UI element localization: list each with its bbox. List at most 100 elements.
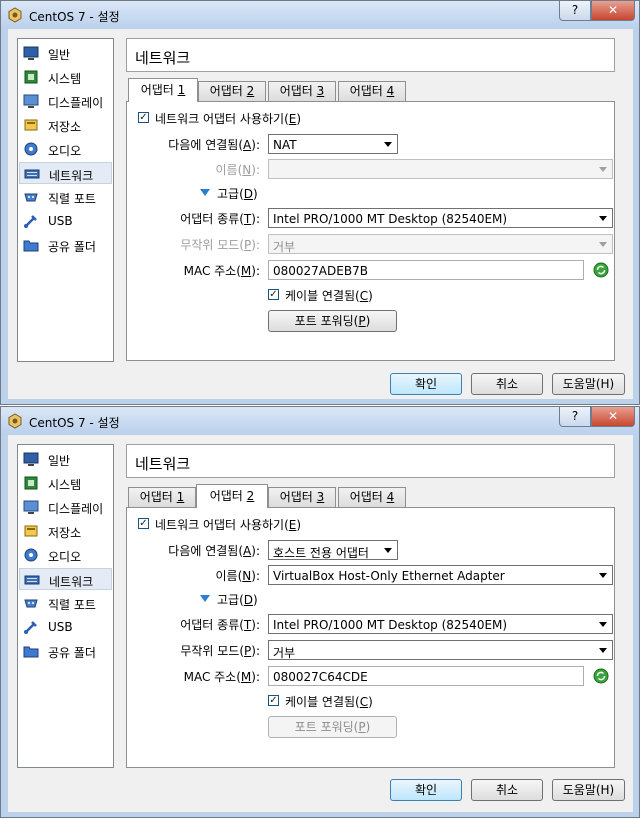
help-button[interactable]: 도움말(H) (552, 779, 625, 801)
sidebar-item-network[interactable]: 네트워크 (19, 568, 112, 590)
tab-adapter-1[interactable]: 어댑터 1 (128, 78, 198, 102)
sidebar-item-label: 오디오 (48, 144, 82, 158)
sidebar-item-system[interactable]: 시스템 (19, 472, 112, 494)
tab-adapter-2[interactable]: 어댑터 2 (196, 484, 268, 508)
close-title-button[interactable]: ✕ (591, 407, 635, 427)
port-forwarding-button[interactable]: 포트 포워딩(P) (268, 716, 397, 738)
sidebar-item-label: 네트워크 (49, 575, 94, 589)
sidebar-item-label: 오디오 (48, 550, 82, 564)
cable-connected-label[interactable]: 케이블 연결됨(C) (285, 287, 373, 304)
sidebar-item-system[interactable]: 시스템 (19, 66, 112, 88)
port-forwarding-button[interactable]: 포트 포워딩(P) (268, 310, 397, 332)
chevron-down-icon (599, 648, 607, 653)
sidebar-item-label: 저장소 (48, 120, 82, 134)
tab-adapter-1[interactable]: 어댑터 1 (128, 487, 196, 507)
sidebar-item-shared-folder[interactable]: 공유 폴더 (19, 234, 112, 256)
enable-adapter-checkbox[interactable]: ✓ (138, 112, 149, 123)
system-icon (24, 70, 38, 84)
settings-sidebar: 일반 시스템 디스플레이 저장소 오디오 네트워크 직렬 포트 USB 공유 폴… (17, 444, 114, 768)
serial-port-icon (24, 599, 38, 608)
label-text: ) (368, 695, 373, 709)
label-text: 어댑터 종류( (180, 618, 244, 632)
chevron-down-icon (384, 548, 392, 553)
promiscuous-mode-select[interactable]: 거부 (268, 234, 613, 254)
promiscuous-mode-select[interactable]: 거부 (268, 640, 613, 660)
virtualbox-app-icon (8, 413, 22, 429)
tab-adapter-3[interactable]: 어댑터 3 (268, 81, 336, 101)
title-bar[interactable]: CentOS 7 - 설정 ? ✕ (1, 1, 639, 29)
name-select[interactable]: VirtualBox Host-Only Ethernet Adapter (268, 565, 613, 585)
label-text: ): (251, 212, 260, 226)
refresh-mac-icon[interactable] (593, 262, 609, 278)
title-bar[interactable]: CentOS 7 - 설정 ? ✕ (1, 407, 639, 435)
sidebar-item-usb[interactable]: USB (19, 210, 112, 232)
sidebar-item-label: USB (48, 620, 73, 634)
tab-adapter-4[interactable]: 어댑터 4 (338, 81, 406, 101)
promiscuous-mode-label: 무작위 모드(P): (180, 236, 260, 253)
dialog-body: 일반 시스템 디스플레이 저장소 오디오 네트워크 직렬 포트 USB 공유 폴… (8, 435, 633, 812)
sidebar-item-audio[interactable]: 오디오 (19, 544, 112, 566)
sidebar-item-usb[interactable]: USB (19, 616, 112, 638)
tab-adapter-3[interactable]: 어댑터 3 (268, 487, 336, 507)
tab-label: 어댑터 (140, 83, 178, 97)
expand-triangle-icon[interactable] (200, 189, 210, 196)
tab-label-key: 2 (246, 84, 255, 98)
help-title-button[interactable]: ? (559, 407, 591, 427)
cable-connected-checkbox[interactable]: ✓ (268, 695, 279, 706)
name-select[interactable] (268, 159, 613, 179)
label-text: 무작위 모드( (180, 238, 245, 252)
audio-icon (24, 142, 38, 156)
refresh-mac-icon[interactable] (593, 668, 609, 684)
sidebar-item-general[interactable]: 일반 (19, 448, 112, 470)
ok-button[interactable]: 확인 (390, 779, 462, 801)
label-text: 네트워크 어댑터 사용하기( (155, 112, 289, 126)
storage-icon (24, 525, 38, 537)
enable-adapter-label[interactable]: 네트워크 어댑터 사용하기(E) (155, 516, 301, 533)
cancel-button[interactable]: 취소 (471, 779, 543, 801)
label-text: ) (365, 720, 371, 734)
enable-adapter-checkbox[interactable]: ✓ (138, 518, 149, 529)
adapter-type-select[interactable]: Intel PRO/1000 MT Desktop (82540EM) (268, 614, 613, 634)
enable-adapter-label[interactable]: 네트워크 어댑터 사용하기(E) (155, 110, 301, 127)
label-key: C (359, 695, 369, 709)
adapter-panel: ✓ 네트워크 어댑터 사용하기(E) 다음에 연결됨(A): NAT 이름(N)… (126, 101, 615, 361)
sidebar-item-serial-port[interactable]: 직렬 포트 (19, 592, 112, 614)
cancel-button[interactable]: 취소 (471, 373, 543, 395)
sidebar-item-display[interactable]: 디스플레이 (19, 90, 112, 112)
mac-address-field[interactable]: 080027C64CDE (268, 666, 584, 686)
help-title-button[interactable]: ? (559, 1, 591, 21)
expand-triangle-icon[interactable] (200, 595, 210, 602)
ok-button[interactable]: 확인 (390, 373, 462, 395)
mac-address-field[interactable]: 080027ADEB7B (268, 260, 584, 280)
settings-window-2: CentOS 7 - 설정 ? ✕ 일반 시스템 디스플레이 저장소 오디오 네… (0, 406, 640, 818)
adapter-type-value: Intel PRO/1000 MT Desktop (82540EM) (273, 618, 508, 632)
sidebar-item-network[interactable]: 네트워크 (19, 162, 112, 184)
advanced-toggle[interactable]: 고급(D) (217, 591, 258, 608)
tab-label: 어댑터 (349, 84, 387, 98)
sidebar-item-audio[interactable]: 오디오 (19, 138, 112, 160)
dialog-body: 일반 시스템 디스플레이 저장소 오디오 네트워크 직렬 포트 USB 공유 폴… (8, 29, 633, 399)
sidebar-item-storage[interactable]: 저장소 (19, 520, 112, 542)
sidebar-item-general[interactable]: 일반 (19, 42, 112, 64)
label-text: 무작위 모드( (180, 644, 245, 658)
attached-to-label: 다음에 연결됨(A): (168, 542, 260, 559)
tab-label: 어댑터 (139, 490, 177, 504)
sidebar-item-label: 네트워크 (49, 169, 94, 183)
sidebar-item-shared-folder[interactable]: 공유 폴더 (19, 640, 112, 662)
sidebar-item-serial-port[interactable]: 직렬 포트 (19, 186, 112, 208)
sidebar-item-storage[interactable]: 저장소 (19, 114, 112, 136)
attached-to-label: 다음에 연결됨(A): (168, 136, 260, 153)
tab-adapter-4[interactable]: 어댑터 4 (338, 487, 406, 507)
label-text: 네트워크 어댑터 사용하기( (155, 518, 289, 532)
cable-connected-label[interactable]: 케이블 연결됨(C) (285, 693, 373, 710)
sidebar-item-label: 디스플레이 (48, 96, 104, 110)
tab-adapter-2[interactable]: 어댑터 2 (198, 81, 266, 101)
adapter-type-select[interactable]: Intel PRO/1000 MT Desktop (82540EM) (268, 208, 613, 228)
attached-to-select[interactable]: 호스트 전용 어댑터 (268, 540, 398, 560)
help-button[interactable]: 도움말(H) (552, 373, 625, 395)
advanced-toggle[interactable]: 고급(D) (217, 185, 258, 202)
attached-to-select[interactable]: NAT (268, 134, 398, 154)
sidebar-item-display[interactable]: 디스플레이 (19, 496, 112, 518)
cable-connected-checkbox[interactable]: ✓ (268, 289, 279, 300)
close-title-button[interactable]: ✕ (591, 1, 635, 21)
